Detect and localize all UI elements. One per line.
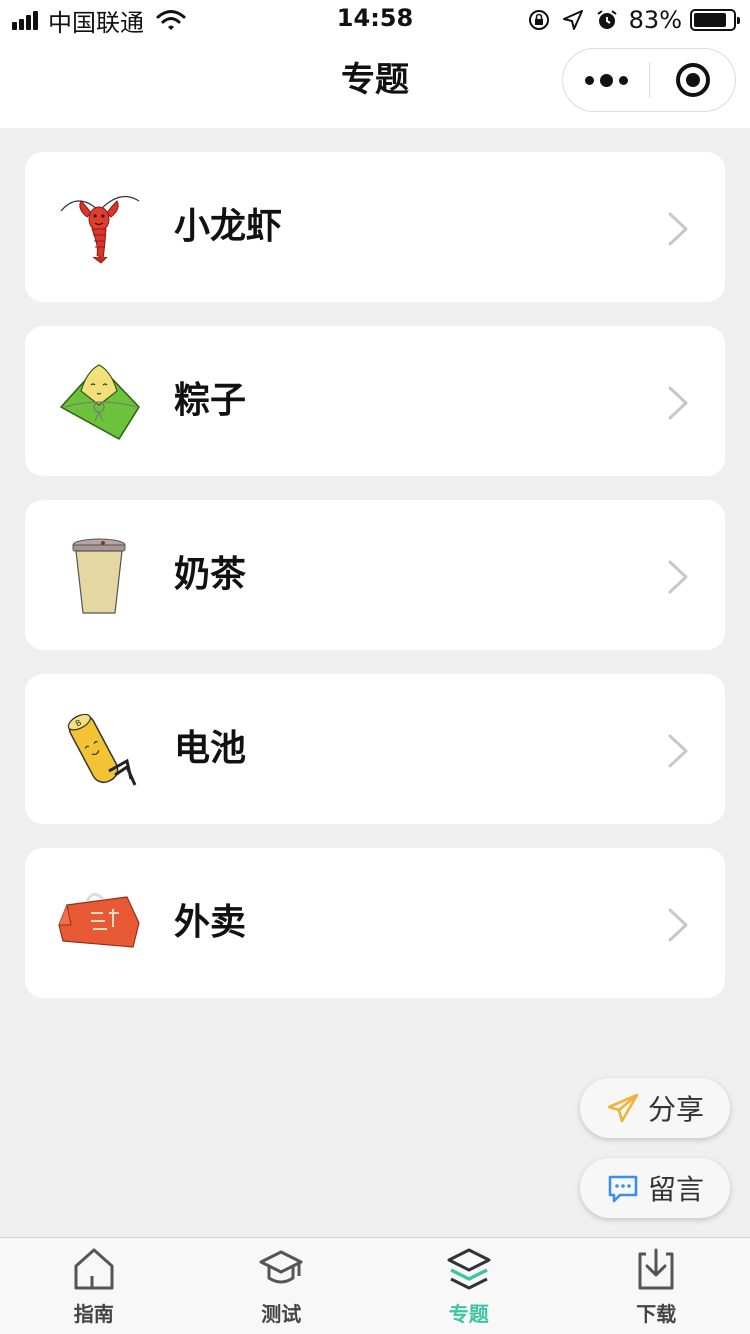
message-label: 留言 <box>647 1173 704 1206</box>
zongzi-icon <box>60 364 140 440</box>
topic-label: 粽子 <box>174 380 247 421</box>
status-bar: 中国联通 14:58 83% <box>0 0 750 40</box>
battery-percent: 83% <box>628 6 682 34</box>
alarm-icon <box>597 10 617 29</box>
chat-bubble-icon <box>608 1175 638 1203</box>
topic-card-zongzi[interactable]: 粽子 <box>25 326 725 476</box>
download-icon <box>638 1248 674 1290</box>
topic-card-battery[interactable]: B 电池 <box>25 674 725 824</box>
tab-guide[interactable]: 指南 <box>0 1238 188 1334</box>
tab-label: 专题 <box>448 1302 489 1326</box>
tab-download[interactable]: 下载 <box>563 1238 750 1334</box>
location-icon <box>562 10 583 30</box>
topic-label: 小龙虾 <box>174 206 283 247</box>
chevron-right-icon <box>668 386 688 420</box>
chevron-right-icon <box>668 734 688 768</box>
layers-icon <box>447 1248 491 1290</box>
message-button[interactable]: 留言 <box>580 1158 730 1218</box>
tab-bar: 指南 测试 专题 下载 <box>0 1237 750 1334</box>
chevron-right-icon <box>668 908 688 942</box>
target-close-icon <box>676 63 710 97</box>
milk-tea-icon <box>72 538 126 614</box>
battery-icon <box>690 9 740 31</box>
topic-label: 奶茶 <box>174 554 247 595</box>
tab-label: 测试 <box>261 1302 302 1326</box>
tab-topics[interactable]: 专题 <box>375 1238 563 1334</box>
more-button[interactable] <box>563 49 649 111</box>
orientation-lock-icon <box>528 10 549 30</box>
takeout-bag-icon <box>58 893 140 948</box>
paper-plane-icon <box>607 1093 639 1123</box>
crayfish-icon <box>60 195 140 264</box>
topic-card-crayfish[interactable]: 小龙虾 <box>25 152 725 302</box>
chevron-right-icon <box>668 212 688 246</box>
share-label: 分享 <box>647 1093 704 1126</box>
topic-label: 外卖 <box>174 902 247 943</box>
home-icon <box>74 1248 114 1290</box>
tab-label: 指南 <box>73 1302 114 1326</box>
chevron-right-icon <box>668 560 688 594</box>
graduation-cap-icon <box>259 1250 303 1284</box>
topic-label: 电池 <box>174 728 247 769</box>
topic-list: 小龙虾 粽子 奶茶 B 电池 外卖 <box>25 152 725 1022</box>
nav-bar: 专题 <box>0 40 750 128</box>
tab-test[interactable]: 测试 <box>188 1238 376 1334</box>
battery-character-icon: B <box>67 713 137 786</box>
mini-program-capsule <box>562 48 736 112</box>
topic-card-takeout[interactable]: 外卖 <box>25 848 725 998</box>
close-button[interactable] <box>650 49 736 111</box>
topic-card-milk-tea[interactable]: 奶茶 <box>25 500 725 650</box>
share-button[interactable]: 分享 <box>580 1078 730 1138</box>
tab-label: 下载 <box>636 1302 677 1326</box>
